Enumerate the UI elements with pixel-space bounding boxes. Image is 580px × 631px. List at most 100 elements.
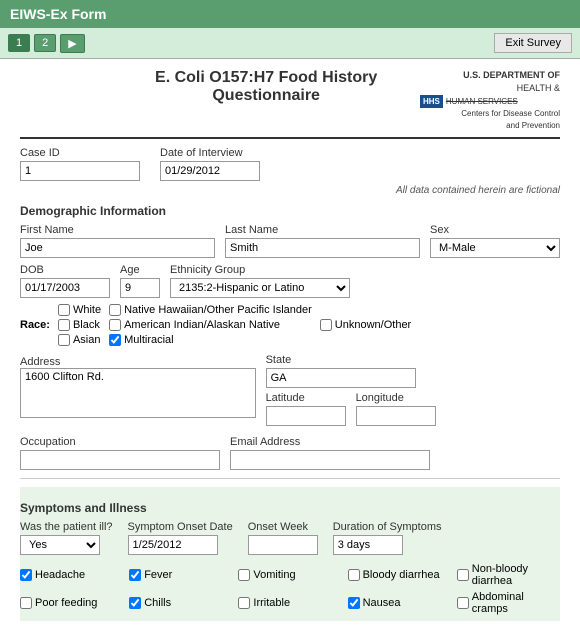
dob-group: DOB (20, 264, 110, 298)
patient-ill-group: Was the patient ill? Yes No Unknown (20, 521, 113, 555)
ethnicity-group: Ethnicity Group 2135:2-Hispanic or Latin… (170, 264, 350, 298)
case-id-label: Case ID (20, 147, 140, 159)
demographics-header: Demographic Information (20, 204, 560, 218)
race-white-checkbox[interactable] (58, 304, 70, 316)
case-id-group: Case ID (20, 147, 140, 181)
race-native-hawaiian-checkbox[interactable] (109, 304, 121, 316)
symptom-irritable: Irritable (238, 591, 341, 615)
state-label: State (266, 354, 560, 366)
exit-survey-button[interactable]: Exit Survey (494, 33, 572, 53)
form-title: E. Coli O157:H7 Food History Questionnai… (112, 69, 420, 105)
patient-ill-select[interactable]: Yes No Unknown (20, 535, 100, 555)
longitude-label: Longitude (356, 392, 436, 404)
race-american-indian-checkbox[interactable] (109, 319, 121, 331)
race-american-indian-item: American Indian/Alaskan Native (109, 319, 312, 331)
symptom-nausea: Nausea (348, 591, 451, 615)
address-left: Address 1600 Clifton Rd. (20, 354, 256, 430)
dept-logo: U.S. DEPARTMENT OF HEALTH & HHS HUMAN SE… (420, 69, 560, 131)
chills-checkbox[interactable] (129, 597, 141, 609)
longitude-input[interactable] (356, 406, 436, 426)
first-name-label: First Name (20, 224, 215, 236)
vomiting-checkbox[interactable] (238, 569, 250, 581)
address-label: Address (20, 356, 60, 368)
last-name-label: Last Name (225, 224, 420, 236)
headache-label: Headache (35, 569, 85, 581)
race-multiracial-item: Multiracial (109, 334, 312, 346)
fever-label: Fever (144, 569, 172, 581)
poor-feeding-checkbox[interactable] (20, 597, 32, 609)
chills-label: Chills (144, 597, 171, 609)
bloody-diarrhea-checkbox[interactable] (348, 569, 360, 581)
race-black-checkbox[interactable] (58, 319, 70, 331)
email-group: Email Address (230, 436, 430, 470)
dept-line5: and Prevention (420, 120, 560, 131)
dob-row: DOB Age Ethnicity Group 2135:2-Hispanic … (20, 264, 560, 298)
title-area: E. Coli O157:H7 Food History Questionnai… (20, 69, 560, 139)
race-black-label: Black (73, 319, 100, 331)
vomiting-label: Vomiting (253, 569, 295, 581)
duration-input[interactable] (333, 535, 403, 555)
duration-label: Duration of Symptoms (333, 521, 442, 533)
interview-date-group: Date of Interview (160, 147, 260, 181)
main-content: E. Coli O157:H7 Food History Questionnai… (0, 59, 580, 631)
nausea-label: Nausea (363, 597, 401, 609)
race-col-2: Native Hawaiian/Other Pacific Islander A… (109, 304, 312, 346)
sex-select[interactable]: M-Male F-Female (430, 238, 560, 258)
email-input[interactable] (230, 450, 430, 470)
irritable-checkbox[interactable] (238, 597, 250, 609)
ill-row: Was the patient ill? Yes No Unknown Symp… (20, 521, 560, 555)
hhs-box: HHS (420, 95, 443, 108)
fever-checkbox[interactable] (129, 569, 141, 581)
non-bloody-diarrhea-checkbox[interactable] (457, 569, 469, 581)
race-unknown-other-checkbox[interactable] (320, 319, 332, 331)
app-header: EIWS-Ex Form (0, 0, 580, 28)
lat-lon-row: Latitude Longitude (266, 392, 560, 426)
abdominal-cramps-label: Abdominal cramps (472, 591, 560, 615)
last-name-input[interactable] (225, 238, 420, 258)
page1-button[interactable]: 1 (8, 34, 30, 52)
symptom-abdominal-cramps: Abdominal cramps (457, 591, 560, 615)
onset-date-input[interactable] (128, 535, 218, 555)
nausea-checkbox[interactable] (348, 597, 360, 609)
dob-input[interactable] (20, 278, 110, 298)
last-name-group: Last Name (225, 224, 420, 258)
onset-week-group: Onset Week (248, 521, 318, 555)
symptoms-bg: Symptoms and Illness Was the patient ill… (20, 487, 560, 621)
onset-week-input[interactable] (248, 535, 318, 555)
case-id-input[interactable] (20, 161, 140, 181)
first-name-input[interactable] (20, 238, 215, 258)
latitude-label: Latitude (266, 392, 346, 404)
patient-ill-label: Was the patient ill? (20, 521, 113, 533)
race-asian-item: Asian (58, 334, 101, 346)
latitude-group: Latitude (266, 392, 346, 426)
longitude-group: Longitude (356, 392, 436, 426)
onset-date-group: Symptom Onset Date (128, 521, 233, 555)
abdominal-cramps-checkbox[interactable] (457, 597, 469, 609)
address-textarea[interactable]: 1600 Clifton Rd. (20, 368, 256, 418)
symptom-non-bloody-diarrhea: Non-bloody diarrhea (457, 563, 560, 587)
date-of-interview-input[interactable] (160, 161, 260, 181)
race-white-item: White (58, 304, 101, 316)
email-label: Email Address (230, 436, 430, 448)
race-asian-checkbox[interactable] (58, 334, 70, 346)
symptom-fever: Fever (129, 563, 232, 587)
latitude-input[interactable] (266, 406, 346, 426)
age-input[interactable] (120, 278, 160, 298)
occupation-label: Occupation (20, 436, 220, 448)
toolbar: 1 2 ▶ Exit Survey (0, 28, 580, 59)
dept-line1: U.S. DEPARTMENT OF (420, 69, 560, 82)
dept-line4: Centers for Disease Control (420, 108, 560, 119)
headache-checkbox[interactable] (20, 569, 32, 581)
race-black-item: Black (58, 319, 101, 331)
occupation-input[interactable] (20, 450, 220, 470)
first-name-group: First Name (20, 224, 215, 258)
symptom-vomiting: Vomiting (238, 563, 341, 587)
race-multiracial-checkbox[interactable] (109, 334, 121, 346)
sex-group: Sex M-Male F-Female (430, 224, 560, 258)
page2-button[interactable]: 2 (34, 34, 56, 52)
sex-label: Sex (430, 224, 560, 236)
next-page-button[interactable]: ▶ (60, 34, 84, 53)
case-info-row: Case ID Date of Interview (20, 147, 560, 181)
ethnicity-select[interactable]: 2135:2-Hispanic or Latino 2186:2-Not His… (170, 278, 350, 298)
state-input[interactable] (266, 368, 416, 388)
